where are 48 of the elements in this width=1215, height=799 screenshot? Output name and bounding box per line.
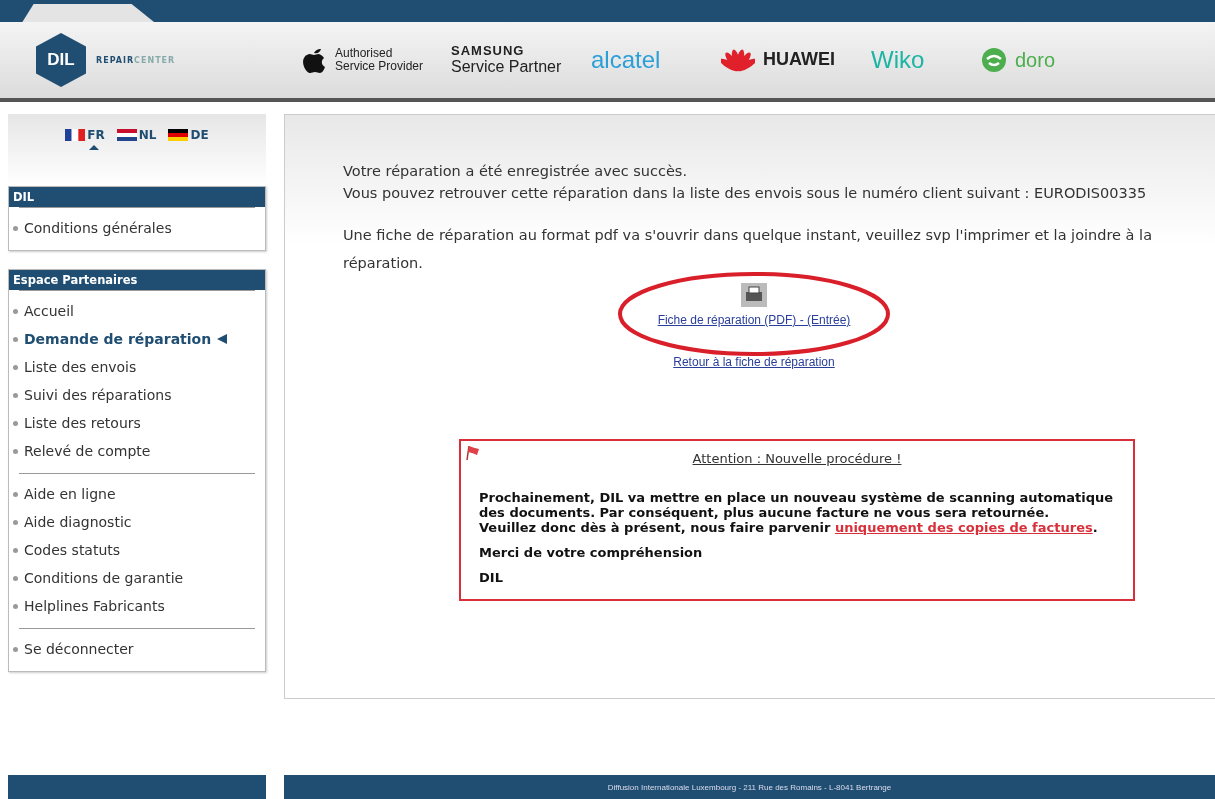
menu-item[interactable]: Aide diagnostic bbox=[13, 508, 251, 536]
menu-item[interactable]: Aide en ligne bbox=[13, 480, 251, 508]
notice-title: Attention : Nouvelle procédure ! bbox=[691, 451, 903, 466]
partner-logo-text: Authorised bbox=[335, 46, 394, 60]
menu-item[interactable]: Suivi des réparations bbox=[13, 381, 251, 409]
partner-logo-text: Service Provider bbox=[335, 60, 424, 74]
brand-name: REPAIRCENTER bbox=[96, 55, 176, 65]
flag-icon bbox=[465, 445, 481, 461]
partner-logo-text: SAMSUNG bbox=[451, 44, 526, 59]
notice-paragraph: Prochainement, DIL va mettre en place un nouveau système de scanning automatique des documents. Par conséquent, plus aucune facture ne vous sera retournée. bbox=[479, 490, 1114, 520]
flag-icon bbox=[116, 129, 137, 141]
back-link[interactable]: Retour à la fiche de réparation bbox=[673, 355, 835, 369]
menu-item[interactable]: Liste des envois bbox=[13, 353, 251, 381]
menu-item[interactable]: Liste des retours bbox=[13, 409, 251, 437]
invoice-copies-link[interactable]: uniquement des copies de factures bbox=[834, 520, 1093, 535]
footer-address: Diffusion Internationale Luxembourg - 211 Rue des Romains - L-8041 Bertrange bbox=[284, 775, 1215, 799]
pointer-icon bbox=[217, 334, 228, 344]
panel-title: Espace Partenaires bbox=[9, 270, 265, 290]
menu-item[interactable]: Conditions de garantie bbox=[13, 564, 251, 592]
menu-item[interactable]: Helplines Fabricants bbox=[13, 592, 251, 620]
flower-icon bbox=[721, 48, 755, 72]
partner-logo-text: HUAWEI bbox=[763, 50, 835, 70]
menu-item[interactable]: Se déconnecter bbox=[13, 635, 251, 663]
menu-item[interactable]: Demande de réparation bbox=[13, 325, 251, 353]
flag-icon bbox=[65, 129, 86, 141]
thanks-text: Merci de votre compréhension bbox=[479, 545, 704, 560]
flag-icon bbox=[168, 129, 189, 141]
partner-logo-text: doro bbox=[1015, 49, 1056, 71]
language-button[interactable]: DE bbox=[168, 128, 209, 150]
signature-text: DIL bbox=[479, 570, 504, 585]
partner-logo-text: Wiko bbox=[871, 46, 925, 74]
doro-icon bbox=[981, 47, 1007, 73]
logo: DIL bbox=[36, 33, 86, 87]
panel-title: DIL bbox=[9, 187, 265, 207]
printer-icon bbox=[741, 283, 767, 307]
notice-text: Une fiche de réparation au format pdf va s'ouvrir dans quelque instant, veuillez svp l'imprimer et la joindre à la réparation. bbox=[343, 226, 1154, 273]
language-button[interactable]: FR bbox=[65, 128, 105, 150]
message-text: Vous pouvez retrouver cette réparation dans la liste des envois sous le numéro client suivant : EURODIS00335 bbox=[343, 185, 1148, 201]
pdf-link[interactable]: Fiche de réparation (PDF) - (Entrée) bbox=[657, 313, 851, 327]
menu-item[interactable]: Relevé de compte bbox=[13, 437, 251, 465]
menu-item[interactable]: Codes statuts bbox=[13, 536, 251, 564]
notice-paragraph: Veuillez donc dès à présent, nous faire parvenir uniquement des copies de factures. bbox=[479, 520, 1099, 535]
message-text: Votre réparation a été enregistrée avec succès. bbox=[343, 163, 689, 179]
menu-item[interactable]: Conditions générales bbox=[13, 214, 251, 242]
partner-logo-text: Service Partner bbox=[451, 58, 562, 76]
partner-logo-text: alcatel bbox=[591, 46, 661, 74]
language-button[interactable]: NL bbox=[116, 128, 157, 150]
menu-item[interactable]: Accueil bbox=[13, 297, 251, 325]
